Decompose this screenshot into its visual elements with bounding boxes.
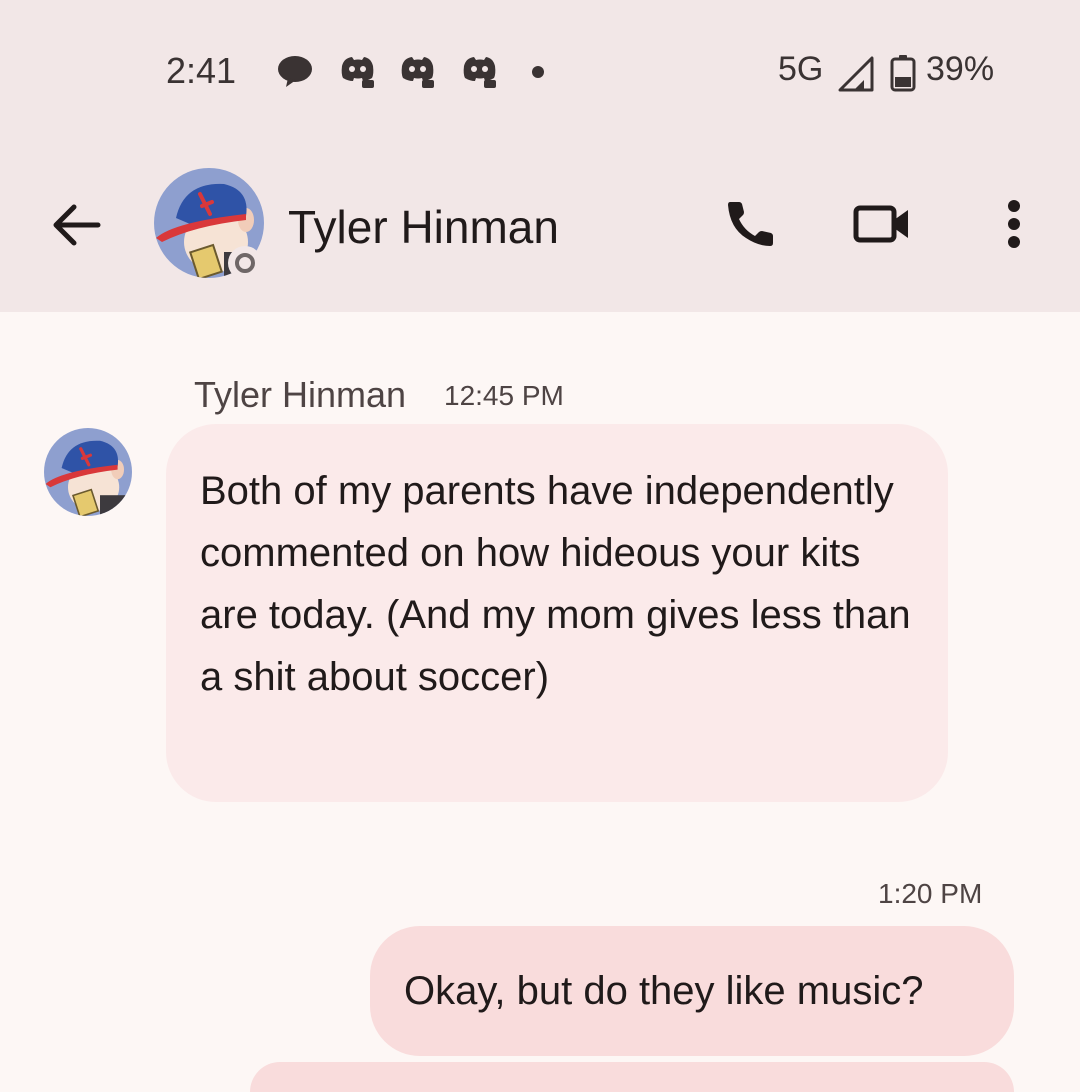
video-camera-icon[interactable] [852, 194, 912, 254]
back-arrow-icon[interactable] [50, 198, 104, 252]
network-type: 5G [778, 50, 824, 88]
message-timestamp: 1:20 PM [878, 878, 983, 909]
presence-status-icon [228, 246, 262, 280]
more-notifications-dot [532, 66, 544, 78]
outgoing-message-bubble-partial[interactable] [250, 1062, 1014, 1092]
signal-icon [838, 56, 874, 92]
contact-name[interactable]: Tyler Hinman [288, 200, 559, 254]
message-text: Both of my parents have independently co… [200, 469, 911, 699]
conversation-app-bar: Tyler Hinman [0, 168, 1080, 280]
message-text: Okay, but do they like music? [404, 969, 924, 1013]
message-timestamp: 12:45 PM [444, 380, 564, 411]
more-vert-icon[interactable] [984, 194, 1044, 254]
discord-icon [338, 54, 378, 90]
status-time: 2:41 [166, 50, 237, 91]
battery-icon [890, 54, 916, 92]
sender-avatar[interactable] [44, 428, 132, 516]
chat-bubble-icon [276, 54, 316, 90]
message-sender-name: Tyler Hinman [194, 374, 407, 415]
battery-percent: 39% [926, 50, 995, 88]
discord-icon [398, 54, 438, 90]
top-app-area: 2:41 5G 39% Tyler Hinman [0, 0, 1080, 312]
incoming-message-bubble[interactable]: Both of my parents have independently co… [166, 424, 948, 802]
phone-icon[interactable] [720, 194, 780, 254]
outgoing-message-bubble[interactable]: Okay, but do they like music? [370, 926, 1014, 1056]
discord-icon [460, 54, 500, 90]
status-bar: 2:41 5G 39% [0, 40, 1080, 104]
